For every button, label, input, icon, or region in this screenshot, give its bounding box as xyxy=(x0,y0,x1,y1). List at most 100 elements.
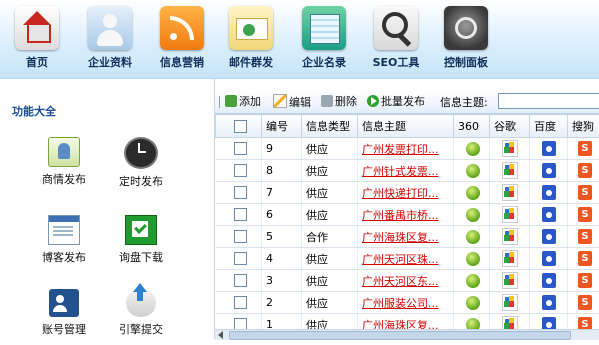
row-select-cell[interactable] xyxy=(216,314,262,330)
baidu-icon[interactable] xyxy=(542,141,556,156)
row-select-cell[interactable] xyxy=(216,204,262,226)
search-input[interactable] xyxy=(498,93,599,109)
table-row[interactable]: 3供应广州天河区东...S xyxy=(216,270,599,292)
row-title-link[interactable]: 广州天河区珠... xyxy=(362,253,439,266)
add-button[interactable]: 添加 xyxy=(225,94,261,110)
sogou-icon[interactable]: S xyxy=(578,251,592,266)
table-row[interactable]: 6供应广州番禺市桥...S xyxy=(216,204,599,226)
function-business-post[interactable]: 商情发布 xyxy=(24,137,104,193)
google-icon[interactable] xyxy=(502,228,518,245)
baidu-icon[interactable] xyxy=(542,317,556,329)
row-checkbox[interactable] xyxy=(234,230,247,243)
baidu-icon[interactable] xyxy=(542,251,556,266)
table-row[interactable]: 7供应广州快递打印...S xyxy=(216,182,599,204)
nav-company-profile[interactable]: 企业资料 xyxy=(73,2,147,72)
nav-directory[interactable]: 企业名录 xyxy=(287,2,361,72)
row-select-cell[interactable] xyxy=(216,226,262,248)
row-checkbox[interactable] xyxy=(234,208,247,221)
360-icon[interactable] xyxy=(466,142,480,156)
baidu-icon[interactable] xyxy=(542,295,556,310)
nav-mass-mail[interactable]: 邮件群发 xyxy=(214,2,288,72)
select-all-checkbox[interactable] xyxy=(234,120,247,133)
google-icon[interactable] xyxy=(502,206,518,223)
google-icon[interactable] xyxy=(502,250,518,267)
baidu-icon[interactable] xyxy=(542,163,556,178)
360-icon[interactable] xyxy=(466,274,480,288)
table-row[interactable]: 8供应广州针式发票...S xyxy=(216,160,599,182)
google-icon[interactable] xyxy=(502,294,518,311)
batch-publish-button[interactable]: 批量发布 xyxy=(367,94,425,110)
scroll-left-icon[interactable] xyxy=(218,331,223,339)
row-type: 供应 xyxy=(302,138,358,160)
row-title-link[interactable]: 广州番禺市桥... xyxy=(362,209,439,222)
row-id: 3 xyxy=(262,270,302,292)
sogou-icon[interactable]: S xyxy=(578,317,592,329)
row-checkbox[interactable] xyxy=(234,142,247,155)
function-engine-submit[interactable]: 引擎提交 xyxy=(101,289,181,345)
table-row[interactable]: 9供应广州发票打印...S xyxy=(216,138,599,160)
row-checkbox[interactable] xyxy=(234,296,247,309)
360-icon[interactable] xyxy=(466,186,480,200)
360-icon[interactable] xyxy=(466,230,480,244)
function-account-management[interactable]: 账号管理 xyxy=(24,289,104,345)
row-select-cell[interactable] xyxy=(216,270,262,292)
sogou-icon[interactable]: S xyxy=(578,229,592,244)
nav-seo-tools[interactable]: SEO工具 xyxy=(359,2,433,72)
baidu-icon[interactable] xyxy=(542,273,556,288)
table-row[interactable]: 5合作广州海珠区复...S xyxy=(216,226,599,248)
row-checkbox[interactable] xyxy=(234,186,247,199)
function-blog-post[interactable]: 博客发布 xyxy=(24,215,104,271)
sogou-icon[interactable]: S xyxy=(578,295,592,310)
table-row[interactable]: 1供应广州海珠区复...S xyxy=(216,314,599,330)
row-title-link[interactable]: 广州快递打印... xyxy=(362,187,439,200)
360-icon[interactable] xyxy=(466,318,480,330)
function-label: 博客发布 xyxy=(24,249,104,265)
sogou-icon[interactable]: S xyxy=(578,185,592,200)
nav-home[interactable]: 首页 xyxy=(0,2,74,72)
table-row[interactable]: 4供应广州天河区珠...S xyxy=(216,248,599,270)
row-title-link[interactable]: 广州天河区东... xyxy=(362,275,439,288)
header-select-all[interactable] xyxy=(216,115,262,138)
function-label: 账号管理 xyxy=(24,321,104,337)
table-row[interactable]: 2供应广州服装公司...S xyxy=(216,292,599,314)
row-select-cell[interactable] xyxy=(216,292,262,314)
baidu-icon[interactable] xyxy=(542,207,556,222)
google-icon[interactable] xyxy=(502,140,518,157)
function-scheduled-post[interactable]: 定时发布 xyxy=(101,137,181,193)
google-icon[interactable] xyxy=(502,272,518,289)
horizontal-scrollbar[interactable] xyxy=(215,329,599,340)
row-checkbox[interactable] xyxy=(234,164,247,177)
function-label: 引擎提交 xyxy=(101,321,181,337)
edit-button[interactable]: 编辑 xyxy=(273,94,311,110)
row-checkbox[interactable] xyxy=(234,274,247,287)
row-title-link[interactable]: 广州服装公司... xyxy=(362,297,439,310)
360-icon[interactable] xyxy=(466,252,480,266)
google-icon[interactable] xyxy=(502,184,518,201)
row-select-cell[interactable] xyxy=(216,138,262,160)
row-select-cell[interactable] xyxy=(216,160,262,182)
baidu-icon[interactable] xyxy=(542,229,556,244)
row-checkbox[interactable] xyxy=(234,318,247,329)
function-inquiry-download[interactable]: 询盘下载 xyxy=(101,215,181,271)
360-icon[interactable] xyxy=(466,208,480,222)
baidu-icon[interactable] xyxy=(542,185,556,200)
row-title-link[interactable]: 广州针式发票... xyxy=(362,165,439,178)
google-icon[interactable] xyxy=(502,316,518,329)
google-icon[interactable] xyxy=(502,162,518,179)
delete-button[interactable]: 删除 xyxy=(321,94,357,110)
row-title-link[interactable]: 广州发票打印... xyxy=(362,143,439,156)
nav-info-marketing[interactable]: 信息营销 xyxy=(145,2,219,72)
row-title-link[interactable]: 广州海珠区复... xyxy=(362,231,439,244)
nav-control-panel[interactable]: 控制面板 xyxy=(429,2,503,72)
sogou-icon[interactable]: S xyxy=(578,141,592,156)
row-select-cell[interactable] xyxy=(216,182,262,204)
row-baidu-cell xyxy=(530,138,568,160)
row-checkbox[interactable] xyxy=(234,252,247,265)
row-select-cell[interactable] xyxy=(216,248,262,270)
sogou-icon[interactable]: S xyxy=(578,273,592,288)
row-title-link[interactable]: 广州海珠区复... xyxy=(362,319,439,330)
360-icon[interactable] xyxy=(466,164,480,178)
sogou-icon[interactable]: S xyxy=(578,207,592,222)
360-icon[interactable] xyxy=(466,296,480,310)
sogou-icon[interactable]: S xyxy=(578,163,592,178)
